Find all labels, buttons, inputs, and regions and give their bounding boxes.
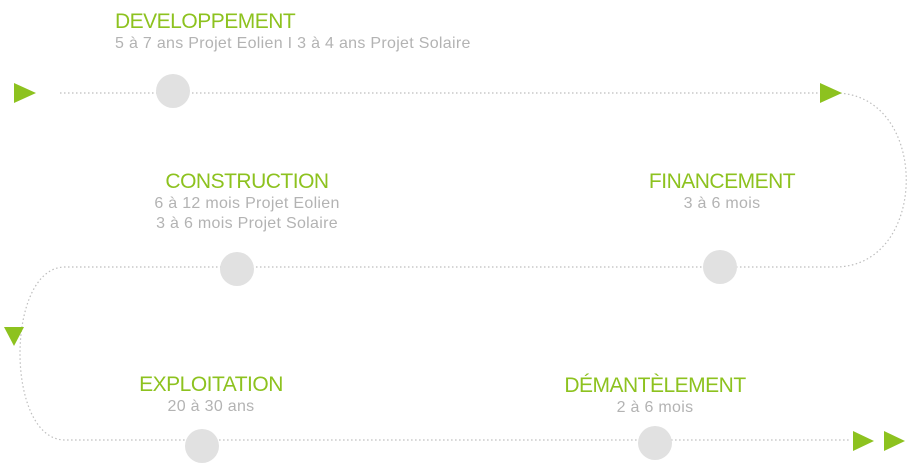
- stage-title: DÉMANTÈLEMENT: [564, 374, 746, 397]
- end-arrow-icon-2: [884, 431, 905, 451]
- node-developpement: [156, 74, 190, 108]
- stage-detail: 5 à 7 ans Projet Eolien I 3 à 4 ans Proj…: [115, 35, 471, 52]
- stage-developpement: DEVELOPPEMENT 5 à 7 ans Projet Eolien I …: [115, 10, 471, 54]
- turn-right-arrow-icon: [820, 83, 842, 103]
- stage-demantelement: DÉMANTÈLEMENT 2 à 6 mois: [535, 374, 775, 418]
- node-financement: [703, 250, 737, 284]
- stage-title: FINANCEMENT: [648, 170, 796, 193]
- stage-financement: FINANCEMENT 3 à 6 mois: [622, 170, 822, 214]
- stage-title: EXPLOITATION: [139, 373, 283, 396]
- stage-construction: CONSTRUCTION 6 à 12 mois Projet Eolien 3…: [107, 170, 387, 234]
- turn-down-arrow-icon: [4, 327, 24, 346]
- stage-title: CONSTRUCTION: [165, 170, 329, 193]
- stage-exploitation: EXPLOITATION 20 à 30 ans: [101, 373, 321, 417]
- stage-detail: 6 à 12 mois Projet Eolien: [154, 195, 340, 212]
- stage-title: DEVELOPPEMENT: [115, 10, 296, 33]
- node-construction: [220, 252, 254, 286]
- stage-detail: 3 à 6 mois Projet Solaire: [156, 215, 338, 232]
- stage-detail: 2 à 6 mois: [616, 399, 694, 416]
- end-arrow-icon-1: [853, 431, 874, 451]
- stage-detail: 3 à 6 mois: [683, 195, 761, 212]
- node-demantelement: [638, 426, 672, 460]
- node-exploitation: [185, 429, 219, 463]
- stage-detail: 20 à 30 ans: [167, 398, 255, 415]
- start-arrow-icon: [14, 83, 36, 103]
